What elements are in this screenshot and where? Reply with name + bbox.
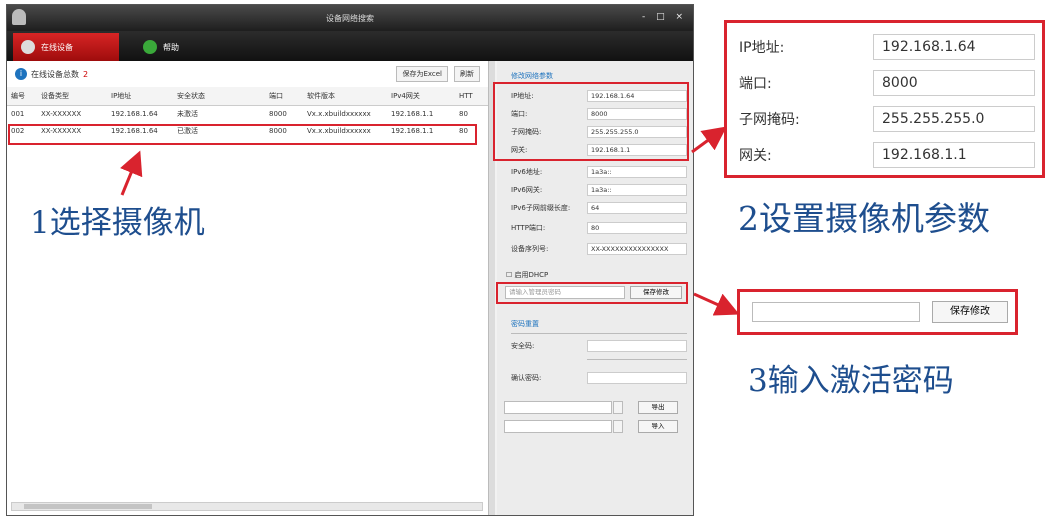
cell-version: Vx.x.xbuildxxxxxx xyxy=(307,109,371,118)
ipv6-gateway-field[interactable]: 1a3a:: xyxy=(587,184,687,196)
device-search-window: 设备网络搜索 - □ × 在线设备 帮助 i 在线设备总数 2 保存为Excel… xyxy=(6,4,694,516)
import-button[interactable]: 导入 xyxy=(638,420,678,433)
zoom-ip-row: IP地址: 192.168.1.64 xyxy=(739,33,1035,61)
ipv6-gateway-row: IPv6网关: 1a3a:: xyxy=(511,183,687,197)
security-code-row: 安全码: xyxy=(511,339,687,353)
column-header[interactable]: 端口 xyxy=(265,87,303,106)
tab-label: 帮助 xyxy=(163,42,179,52)
ipv6-gateway-label: IPv6网关: xyxy=(511,186,543,194)
http-port-row: HTTP端口: 80 xyxy=(511,221,687,235)
browse-button[interactable] xyxy=(613,420,623,433)
zoom-subnet-row: 子网掩码: 255.255.255.0 xyxy=(739,105,1035,133)
ipv6-field[interactable]: 1a3a:: xyxy=(587,166,687,178)
browse-button[interactable] xyxy=(613,401,623,414)
list-header: i 在线设备总数 2 保存为Excel 刷新 xyxy=(7,61,488,87)
column-header[interactable]: 软件版本 xyxy=(303,87,387,106)
cell-port: 8000 xyxy=(269,109,287,118)
help-icon xyxy=(143,40,157,54)
window-title: 设备网络搜索 xyxy=(326,14,374,23)
params-highlight xyxy=(493,82,689,161)
scrollbar-thumb[interactable] xyxy=(24,504,152,509)
serial-row: 设备序列号: XX-XXXXXXXXXXXXXXX xyxy=(511,242,687,256)
confirm-password-row: 确认密码: xyxy=(511,371,687,385)
confirm-password-label: 确认密码: xyxy=(511,374,542,382)
security-code-field[interactable] xyxy=(587,340,687,352)
zoom-save-button: 保存修改 xyxy=(932,301,1008,323)
import-path-select[interactable] xyxy=(504,420,612,433)
info-icon: i xyxy=(15,68,27,80)
zoomed-params-callout: IP地址: 192.168.1.64 端口: 8000 子网掩码: 255.255.2… xyxy=(724,20,1045,178)
serial-field[interactable]: XX-XXXXXXXXXXXXXXX xyxy=(587,243,687,255)
zoom-subnet-label: 子网掩码: xyxy=(739,112,800,128)
cell-id: 001 xyxy=(11,109,25,118)
http-port-label: HTTP端口: xyxy=(511,224,546,232)
serial-label: 设备序列号: xyxy=(511,245,549,253)
confirm-password-field[interactable] xyxy=(587,372,687,384)
cell-ip: 192.168.1.64 xyxy=(111,109,158,118)
column-header[interactable]: 设备类型 xyxy=(37,87,107,106)
tab-label: 在线设备 xyxy=(41,42,73,52)
zoom-ip-field: 192.168.1.64 xyxy=(873,34,1035,60)
ipv6-prefix-field[interactable]: 64 xyxy=(587,202,687,214)
http-port-field[interactable]: 80 xyxy=(587,222,687,234)
password-highlight xyxy=(496,282,688,304)
security-code-label: 安全码: xyxy=(511,342,535,350)
column-header[interactable]: 编号 xyxy=(7,87,37,106)
window-controls[interactable]: - □ × xyxy=(642,12,687,22)
ipv6-row: IPv6地址: 1a3a:: xyxy=(511,165,687,179)
refresh-button[interactable]: 刷新 xyxy=(454,66,480,82)
camera-icon xyxy=(21,40,35,54)
step1-annotation: 1选择摄像机 xyxy=(30,205,205,241)
step3-annotation: 3输入激活密码 xyxy=(748,363,954,399)
zoom-gateway-field: 192.168.1.1 xyxy=(873,142,1035,168)
zoom-port-row: 端口: 8000 xyxy=(739,69,1035,97)
zoom-password-input xyxy=(752,302,920,322)
zoom-gateway-label: 网关: xyxy=(739,148,772,164)
dhcp-label: 启用DHCP xyxy=(514,271,549,279)
column-header[interactable]: IPv4网关 xyxy=(387,87,455,106)
divider xyxy=(511,333,687,334)
export-path-select[interactable] xyxy=(504,401,612,414)
dhcp-checkbox[interactable]: ☐ 启用DHCP xyxy=(506,270,548,280)
zoom-subnet-field: 255.255.255.0 xyxy=(873,106,1035,132)
zoomed-password-callout: 保存修改 xyxy=(737,289,1018,335)
cell-type: XX-XXXXXX xyxy=(41,109,82,118)
params-section-title: 修改网络参数 xyxy=(511,72,553,80)
export-button[interactable]: 导出 xyxy=(638,401,678,414)
cell-gateway: 192.168.1.1 xyxy=(391,109,434,118)
zoom-port-field: 8000 xyxy=(873,70,1035,96)
column-header[interactable]: HTT xyxy=(455,87,488,106)
horizontal-scrollbar[interactable] xyxy=(11,502,483,511)
arrow-to-password-callout xyxy=(693,292,740,316)
selected-camera-highlight xyxy=(8,124,477,145)
zoom-gateway-row: 网关: 192.168.1.1 xyxy=(739,141,1035,169)
divider xyxy=(587,359,687,360)
ipv6-prefix-row: IPv6子网前缀长度: 64 xyxy=(511,201,687,215)
tab-help[interactable]: 帮助 xyxy=(135,33,205,61)
table-header-row: 编号 设备类型 IP地址 安全状态 端口 软件版本 IPv4网关 HTT xyxy=(7,87,488,106)
column-header[interactable]: IP地址 xyxy=(107,87,173,106)
ipv6-label: IPv6地址: xyxy=(511,168,543,176)
table-row[interactable]: 001 XX-XXXXXX 192.168.1.64 未激活 8000 Vx.x… xyxy=(7,105,488,122)
cell-http: 80 xyxy=(459,109,468,118)
title-bar: 设备网络搜索 - □ × xyxy=(7,5,693,31)
zoom-ip-label: IP地址: xyxy=(739,40,785,56)
export-excel-button[interactable]: 保存为Excel xyxy=(396,66,448,82)
online-count: 2 xyxy=(83,69,89,79)
cell-status: 未激活 xyxy=(177,109,198,118)
tab-online-devices[interactable]: 在线设备 xyxy=(13,33,119,61)
reset-section-title: 密码重置 xyxy=(511,320,539,328)
column-header[interactable]: 安全状态 xyxy=(173,87,265,106)
toolbar: 在线设备 帮助 xyxy=(7,31,693,61)
online-count-label: 在线设备总数 xyxy=(31,69,79,79)
arrow-to-params-callout xyxy=(691,126,727,154)
step2-annotation: 2设置摄像机参数 xyxy=(738,199,990,238)
ipv6-prefix-label: IPv6子网前缀长度: xyxy=(511,204,571,212)
zoom-port-label: 端口: xyxy=(739,76,772,92)
